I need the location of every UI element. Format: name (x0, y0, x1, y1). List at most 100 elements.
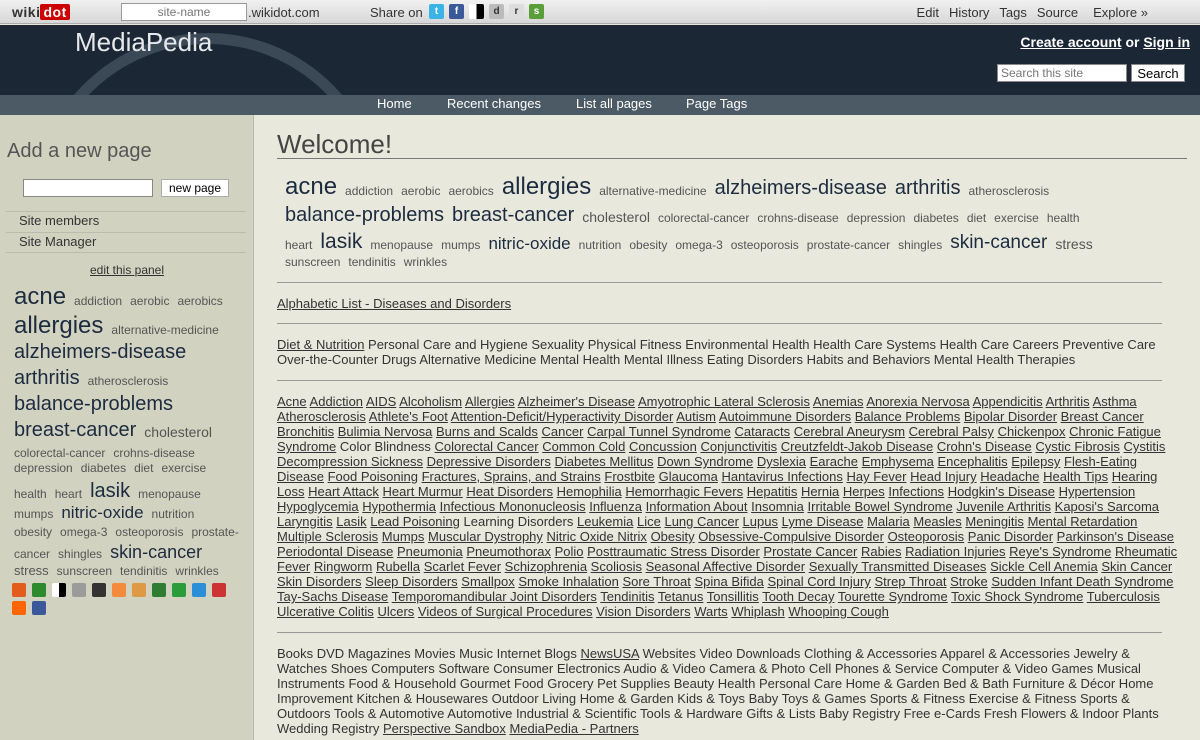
disease-link[interactable]: Balance Problems (855, 409, 961, 424)
disease-link[interactable]: Infectious Mononucleosis (440, 499, 586, 514)
furl-icon[interactable] (92, 583, 106, 597)
disease-link[interactable]: Strep Throat (874, 574, 946, 589)
tag-obesity[interactable]: obesity (14, 526, 52, 538)
disease-link[interactable]: Lupus (743, 514, 778, 529)
disease-link[interactable]: Creutzfeldt-Jakob Disease (781, 439, 933, 454)
disease-link[interactable]: Chickenpox (998, 424, 1066, 439)
disease-link[interactable]: Hypoglycemia (277, 499, 359, 514)
disease-link[interactable]: Tooth Decay (762, 589, 834, 604)
disease-link[interactable]: Tetanus (658, 589, 704, 604)
disease-link[interactable]: Bronchitis (277, 424, 334, 439)
orange-icon[interactable] (112, 583, 126, 597)
disease-link[interactable]: Infections (888, 484, 944, 499)
disease-link[interactable]: Tonsillitis (707, 589, 759, 604)
tag-colorectal-cancer[interactable]: colorectal-cancer (14, 447, 105, 459)
disease-link[interactable]: Rabies (861, 544, 901, 559)
n-icon[interactable] (192, 583, 206, 597)
wikidot-logo[interactable]: wiki dot (12, 4, 70, 20)
disease-link[interactable]: Stroke (950, 574, 988, 589)
tag-menopause[interactable]: menopause (138, 488, 201, 500)
disease-link[interactable]: Pneumonia (397, 544, 463, 559)
disease-link[interactable]: Vision Disorders (596, 604, 690, 619)
tag-omega-3[interactable]: omega-3 (60, 526, 107, 538)
search-button[interactable]: Search (1131, 64, 1185, 82)
netvibes-icon[interactable] (152, 583, 166, 597)
disease-link[interactable]: Sore Throat (622, 574, 690, 589)
tag-depression[interactable]: depression (847, 212, 906, 224)
disease-link[interactable]: Hernia (801, 484, 839, 499)
disease-link[interactable]: Scarlet Fever (424, 559, 501, 574)
tag-heart[interactable]: heart (55, 488, 82, 500)
tag-colorectal-cancer[interactable]: colorectal-cancer (658, 212, 749, 224)
delicious-icon[interactable] (52, 583, 66, 597)
tag-cancer[interactable]: cancer (14, 548, 50, 560)
disease-link[interactable]: Emphysema (862, 454, 934, 469)
tag-aerobic[interactable]: aerobic (130, 295, 169, 307)
digg-icon[interactable] (72, 583, 86, 597)
tag-aerobics[interactable]: aerobics (177, 295, 222, 307)
alphabetic-list-link[interactable]: Alphabetic List - Diseases and Disorders (277, 296, 511, 311)
delicious-icon[interactable] (469, 4, 484, 19)
disease-link[interactable]: Colorectal Cancer (435, 439, 539, 454)
disease-link[interactable]: Multiple Sclerosis (277, 529, 378, 544)
tag-tendinitis[interactable]: tendinitis (120, 565, 167, 577)
disease-link[interactable]: Lice (637, 514, 661, 529)
tag-cholesterol[interactable]: cholesterol (144, 425, 212, 439)
disease-link[interactable]: Schizophrenia (505, 559, 587, 574)
disease-link[interactable]: Arthritis (1046, 394, 1090, 409)
disease-link[interactable]: Insomnia (751, 499, 804, 514)
disease-link[interactable]: Bulimia Nervosa (338, 424, 433, 439)
disease-link[interactable]: Mental Retardation (1028, 514, 1138, 529)
source-link[interactable]: Source (1037, 5, 1078, 20)
disease-link[interactable]: Obesity (651, 529, 695, 544)
tag-nitric-oxide[interactable]: nitric-oxide (488, 235, 570, 252)
disease-link[interactable]: Radiation Injuries (905, 544, 1005, 559)
tag-aerobics[interactable]: aerobics (448, 185, 493, 197)
disease-link[interactable]: Laryngitis (277, 514, 333, 529)
tag-skin-cancer[interactable]: skin-cancer (950, 233, 1047, 252)
facebook-icon[interactable]: f (449, 4, 464, 19)
tag-crohns-disease[interactable]: crohns-disease (113, 447, 194, 459)
disease-link[interactable]: Health Tips (1043, 469, 1108, 484)
disease-link[interactable]: Reye's Syndrome (1009, 544, 1111, 559)
site-name-input[interactable] (121, 3, 247, 21)
disease-link[interactable]: Kaposi's Sarcoma (1055, 499, 1159, 514)
tag-depression[interactable]: depression (14, 462, 73, 474)
tag-wrinkles[interactable]: wrinkles (175, 565, 218, 577)
disease-link[interactable]: Atherosclerosis (277, 409, 366, 424)
disease-link[interactable]: Breast Cancer (1061, 409, 1144, 424)
tag-diet[interactable]: diet (134, 462, 153, 474)
disease-link[interactable]: Scoliosis (591, 559, 642, 574)
disease-link[interactable]: Spinal Cord Injury (768, 574, 871, 589)
stumbleupon-icon[interactable]: s (529, 4, 544, 19)
disease-link[interactable]: Autoimmune Disorders (719, 409, 851, 424)
disease-link[interactable]: Hemophilia (557, 484, 622, 499)
disease-link[interactable]: Malaria (867, 514, 910, 529)
disease-link[interactable]: Lyme Disease (782, 514, 864, 529)
disease-link[interactable]: Dyslexia (757, 454, 806, 469)
disease-link[interactable]: Head Injury (910, 469, 976, 484)
disease-link[interactable]: Sudden Infant Death Syndrome (991, 574, 1173, 589)
sign-in-link[interactable]: Sign in (1143, 34, 1190, 50)
disease-link[interactable]: Hypertension (1059, 484, 1136, 499)
disease-link[interactable]: Earache (810, 454, 858, 469)
disease-link[interactable]: Whooping Cough (788, 604, 888, 619)
disease-link[interactable]: Skin Disorders (277, 574, 362, 589)
disease-link[interactable]: Decompression Sickness (277, 454, 423, 469)
tag-exercise[interactable]: exercise (994, 212, 1039, 224)
disease-link[interactable]: Parkinson's Disease (1057, 529, 1174, 544)
tag-acne[interactable]: acne (14, 284, 66, 309)
disease-link[interactable]: Acne (277, 394, 307, 409)
disease-link[interactable]: Down Syndrome (657, 454, 753, 469)
tag-tendinitis[interactable]: tendinitis (348, 256, 395, 268)
yahoo-icon[interactable] (12, 601, 26, 615)
tag-mumps[interactable]: mumps (441, 239, 480, 251)
disease-link[interactable]: Rubella (376, 559, 420, 574)
disease-link[interactable]: Headache (980, 469, 1039, 484)
disease-link[interactable]: Carpal Tunnel Syndrome (587, 424, 731, 439)
tags-link[interactable]: Tags (999, 5, 1026, 20)
disease-link[interactable]: Information About (646, 499, 748, 514)
disease-link[interactable]: Alcoholism (399, 394, 462, 409)
disease-link[interactable]: Cerebral Aneurysm (794, 424, 905, 439)
disease-link[interactable]: Cataracts (735, 424, 791, 439)
